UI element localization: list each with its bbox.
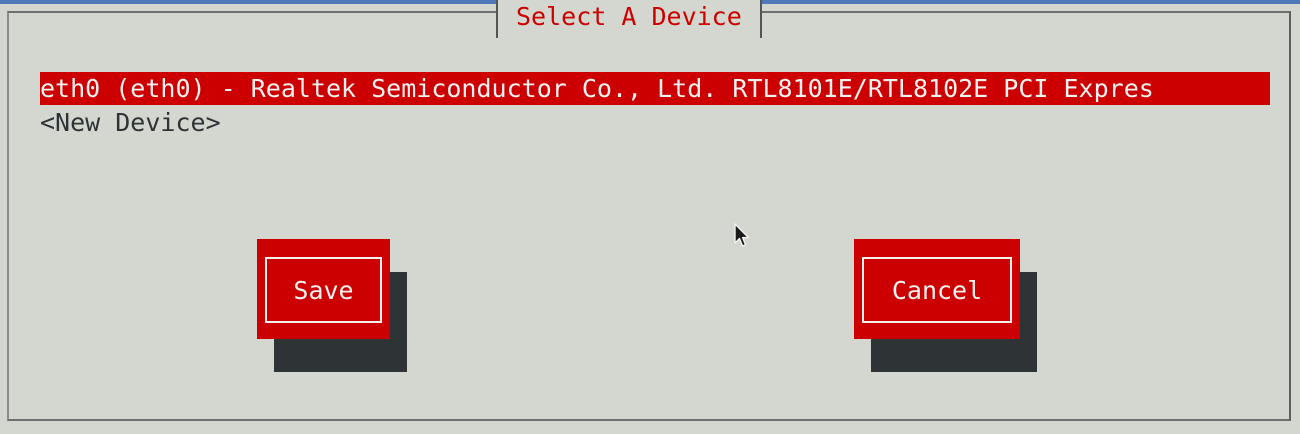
device-list-item-eth0[interactable]: eth0 (eth0) - Realtek Semiconductor Co.,… [40,72,1270,105]
terminal-screen: Select A Device eth0 (eth0) - Realtek Se… [0,0,1300,434]
mouse-pointer-icon [734,223,750,247]
cancel-button[interactable]: Cancel [854,239,1020,339]
dialog-title: Select A Device [516,2,742,31]
cancel-button-frame: Cancel [862,257,1012,323]
dialog-title-box: Select A Device [496,0,762,38]
save-button-label: Save [293,275,354,305]
cancel-button-label: Cancel [891,275,983,305]
save-button[interactable]: Save [257,239,390,339]
save-button-frame: Save [265,257,382,323]
device-list-item-new-device[interactable]: <New Device> [40,106,221,139]
